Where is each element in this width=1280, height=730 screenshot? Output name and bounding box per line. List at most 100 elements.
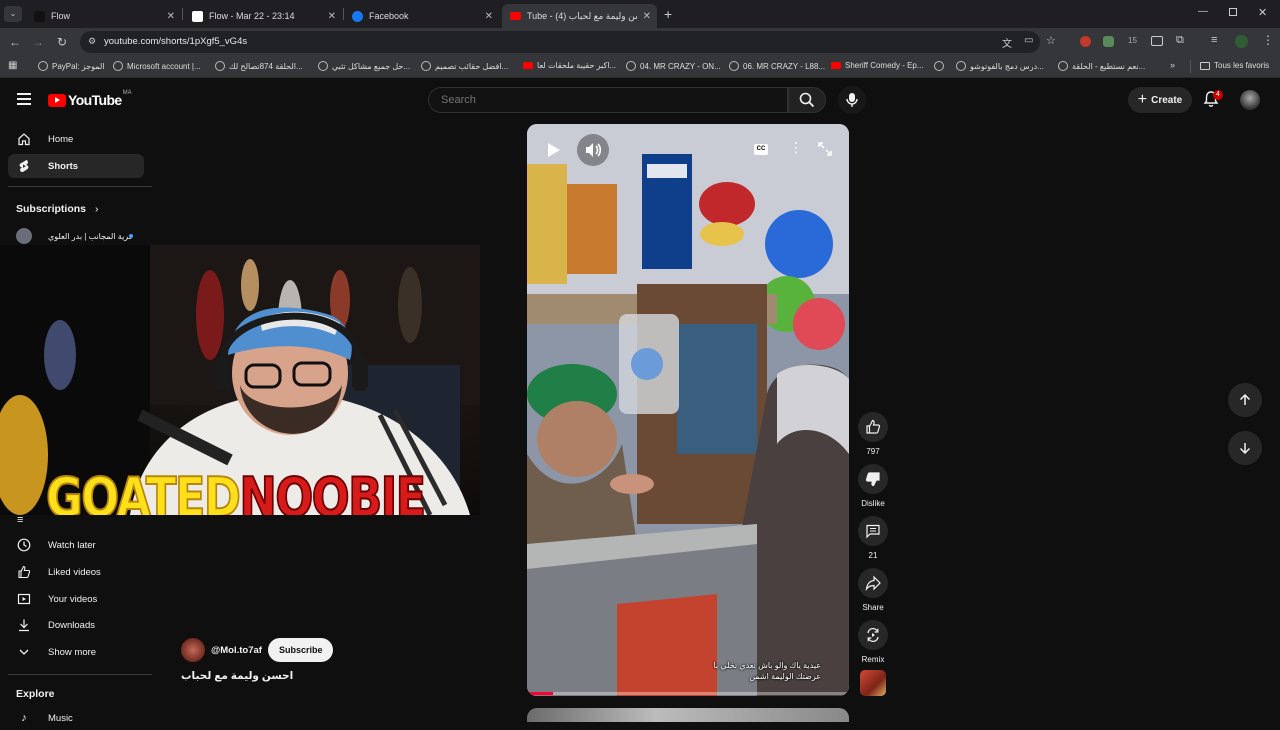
youtube-play-logo-icon	[48, 93, 66, 107]
like-circle[interactable]	[858, 412, 888, 442]
back-icon[interactable]: ←	[6, 33, 24, 51]
browser-menu-icon[interactable]: ⋮	[1262, 33, 1274, 47]
shorts-video-player[interactable]: CC ⋮ عيدية ياك والو باش نعدي نخلي با عرض…	[527, 124, 849, 696]
translate-icon[interactable]: 文	[1002, 35, 1012, 50]
sidebar-item-shorts[interactable]: Shorts	[8, 154, 144, 178]
extension-puzzle-green-icon[interactable]	[1103, 36, 1114, 47]
reload-icon[interactable]: ↻	[53, 33, 71, 51]
account-avatar[interactable]	[1240, 90, 1260, 110]
minimize-window-icon[interactable]: —	[1198, 6, 1208, 17]
dislike-button[interactable]: Dislike	[858, 464, 888, 508]
share-button[interactable]: Share	[858, 568, 888, 612]
bookmark-item[interactable]: حل جميع مشاكل تثبي...	[318, 61, 410, 71]
all-favorites-folder[interactable]: Tous les favoris	[1200, 61, 1269, 70]
fullscreen-icon[interactable]	[817, 141, 833, 162]
clock-icon	[17, 538, 31, 552]
subscriptions-heading[interactable]: Subscriptions ›	[16, 203, 98, 215]
close-tab-icon[interactable]: ✕	[167, 11, 175, 22]
tab-flow-mar22[interactable]: Flow - Mar 22 - 23:14 ✕	[184, 4, 342, 28]
close-tab-icon[interactable]: ✕	[643, 11, 651, 22]
tab-list-menu-icon[interactable]: ⌄	[4, 6, 22, 22]
tab-facebook[interactable]: Facebook ✕	[344, 4, 499, 28]
search-box[interactable]	[428, 87, 788, 113]
like-button[interactable]: 797	[858, 412, 888, 456]
more-options-icon[interactable]: ⋮	[789, 139, 803, 156]
close-tab-icon[interactable]: ✕	[328, 11, 336, 22]
tab-divider	[182, 8, 183, 20]
sidebar-divider	[8, 186, 152, 187]
sidebar-item-your-videos[interactable]: Your videos	[8, 587, 144, 611]
extension-red-icon[interactable]	[1080, 36, 1091, 47]
progress-track[interactable]	[527, 692, 849, 695]
bookmark-item[interactable]	[934, 61, 948, 71]
sidebar-show-more[interactable]: Show more	[8, 640, 144, 664]
address-bar[interactable]: ⚙ youtube.com/shorts/1pXgf5_vG4s 文 ▭ ☆	[80, 31, 1056, 53]
create-button[interactable]: + Create	[1128, 87, 1192, 113]
reading-list-icon[interactable]: ≡	[1211, 34, 1217, 46]
bookmark-item[interactable]: Sheriff Comedy - Ep...	[831, 61, 924, 70]
previous-short-button[interactable]	[1228, 383, 1262, 417]
tab-flow[interactable]: Flow ✕	[26, 4, 181, 28]
more-bookmarks-icon[interactable]: »	[1170, 60, 1175, 70]
sidebar-item-liked-videos[interactable]: Liked videos	[8, 560, 144, 584]
url-text: youtube.com/shorts/1pXgf5_vG4s	[104, 36, 248, 47]
remix-button[interactable]: Remix	[858, 620, 888, 664]
comments-button[interactable]: 21	[858, 516, 888, 560]
bookmark-item[interactable]: Microsoft account |...	[113, 61, 201, 71]
bookmark-item[interactable]: افضل حقائب تصميم...	[421, 61, 508, 71]
sidebar-item-home[interactable]: Home	[8, 127, 144, 151]
bookmark-item[interactable]: درس دمج بالفوتوشو...	[956, 61, 1044, 71]
volume-button[interactable]	[577, 134, 609, 166]
dislike-circle[interactable]	[858, 464, 888, 494]
bookmark-item[interactable]: الحلقة 874تصالح لك...	[215, 61, 303, 71]
bookmark-item[interactable]: نعم نستطيع - الحلقة...	[1058, 61, 1145, 71]
voice-search-button[interactable]	[838, 86, 866, 114]
restore-window-icon[interactable]	[1229, 8, 1237, 16]
play-button[interactable]	[541, 138, 565, 162]
channel-avatar[interactable]	[181, 638, 205, 662]
streamer-logo-text: GOATEDNOOBIE	[45, 470, 427, 516]
sidebar-item-music[interactable]: ♪ Music	[8, 706, 144, 730]
logo-part-goated: GOATED	[45, 466, 242, 516]
explore-heading: Explore	[16, 688, 55, 700]
channel-name: ـرية المجانب | بدر العلوي	[48, 231, 132, 241]
forward-icon[interactable]: →	[29, 33, 47, 51]
channel-handle[interactable]: @Mol.to7af	[211, 645, 262, 656]
close-tab-icon[interactable]: ✕	[485, 11, 493, 22]
search-input[interactable]	[441, 94, 771, 106]
sidebar-item-label: Downloads	[48, 619, 95, 631]
youtube-favicon-icon	[510, 12, 521, 20]
caption-line: عرضتك الوليمة اشمن	[749, 672, 821, 681]
sidebar-item-downloads[interactable]: Downloads	[8, 613, 144, 637]
comments-circle[interactable]	[858, 516, 888, 546]
extension-badge[interactable]: 15	[1128, 36, 1137, 45]
tab-youtube-active[interactable]: Tube - احسن وليمة مع لحباب (4) ✕	[502, 4, 657, 28]
next-short-button[interactable]	[1228, 431, 1262, 465]
apps-grid-icon[interactable]: ▦	[8, 60, 17, 71]
sound-thumbnail[interactable]	[860, 670, 886, 696]
extension-box-icon[interactable]	[1151, 36, 1163, 46]
search-button[interactable]	[788, 87, 826, 113]
share-circle[interactable]	[858, 568, 888, 598]
bookmark-label: نعم نستطيع - الحلقة...	[1072, 61, 1146, 71]
bookmark-item[interactable]: اكبر حقيبة ملحقات لعا...	[523, 61, 616, 70]
cast-icon[interactable]: ▭	[1024, 35, 1033, 46]
profile-avatar-icon[interactable]	[1235, 35, 1248, 48]
sidebar-item-label: Watch later	[48, 539, 96, 551]
extensions-puzzle-icon[interactable]: ⧉	[1176, 34, 1184, 47]
new-tab-icon[interactable]: +	[664, 6, 672, 22]
site-settings-icon[interactable]: ⚙	[88, 36, 96, 47]
youtube-logo[interactable]: YouTube MA	[48, 90, 132, 108]
bookmark-item[interactable]: 04. MR CRAZY - ON...	[626, 61, 721, 71]
remix-circle[interactable]	[858, 620, 888, 650]
close-window-icon[interactable]: ✕	[1258, 6, 1267, 19]
bookmark-item[interactable]: 06. MR CRAZY - L88...	[729, 61, 825, 71]
subscribe-button[interactable]: Subscribe	[267, 638, 334, 662]
sidebar-item-watch-later[interactable]: Watch later	[8, 533, 144, 557]
guide-menu-icon[interactable]	[17, 93, 31, 105]
bookmark-label: PayPal: الموجز	[52, 61, 105, 71]
captions-button[interactable]: CC	[754, 144, 768, 155]
bookmark-star-icon[interactable]: ☆	[1046, 34, 1056, 47]
bookmark-item[interactable]: PayPal: الموجز	[38, 61, 105, 71]
search-icon	[799, 92, 815, 108]
